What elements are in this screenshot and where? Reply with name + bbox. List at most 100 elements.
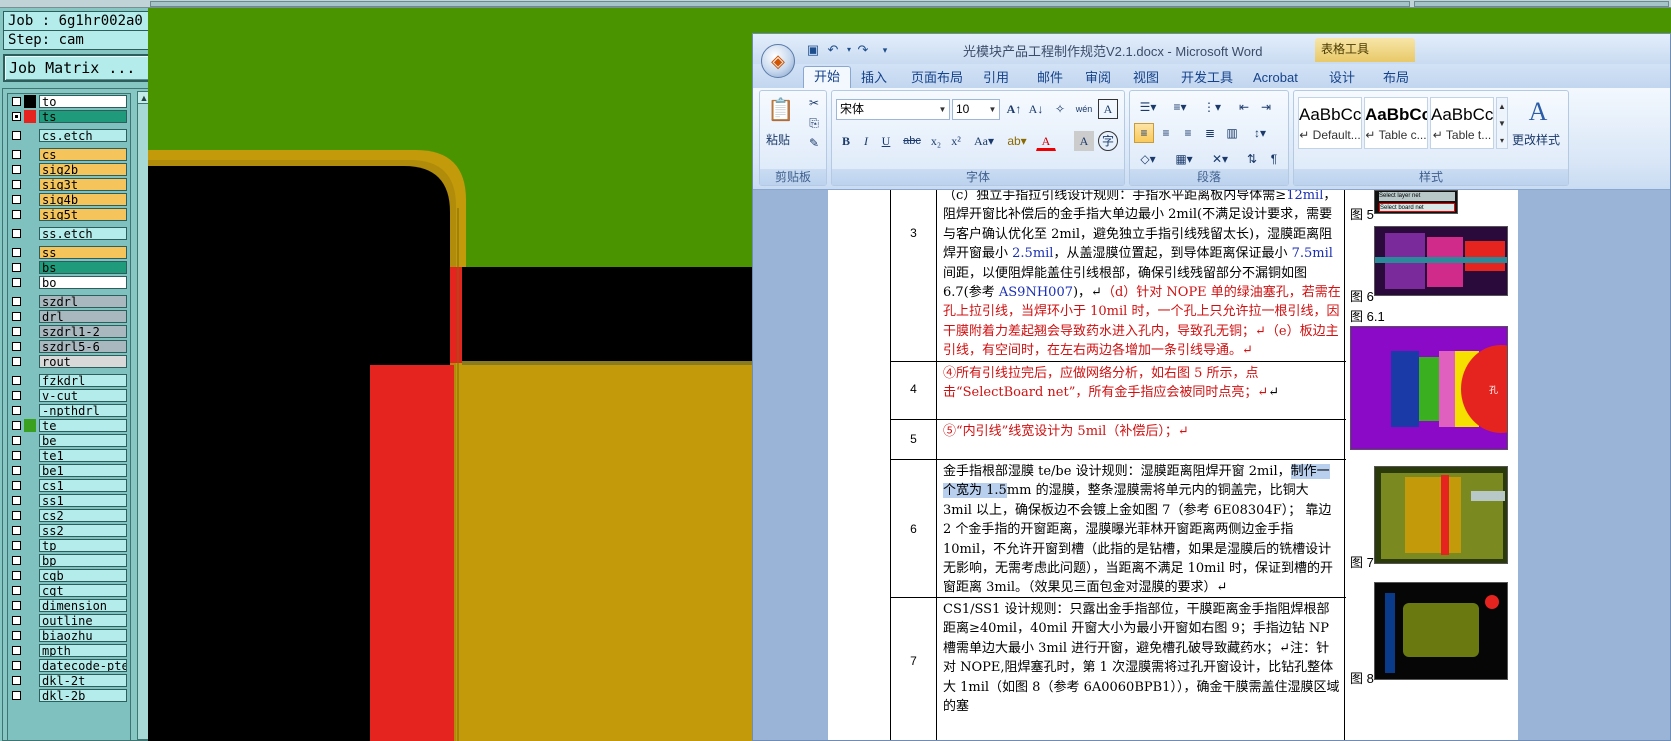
layer-checkbox[interactable] <box>12 356 21 366</box>
align-left-icon[interactable]: ≡ <box>1134 123 1154 143</box>
multilevel-list-icon[interactable]: ⋮▾ <box>1198 97 1226 117</box>
strikethrough-icon[interactable]: abc <box>902 131 922 151</box>
layer-name[interactable]: cs <box>39 147 127 161</box>
layer-color-swatch[interactable] <box>24 614 36 627</box>
layer-color-swatch[interactable] <box>24 374 36 387</box>
layer-checkbox[interactable] <box>12 630 21 640</box>
layer-checkbox[interactable] <box>12 164 21 174</box>
layer-color-swatch[interactable] <box>24 310 36 323</box>
layer-checkbox[interactable] <box>12 585 21 595</box>
layer-color-swatch[interactable] <box>24 404 36 417</box>
paste-button[interactable]: 粘贴 <box>766 131 790 148</box>
tab-4[interactable]: 邮件 <box>1037 68 1063 88</box>
asian-layout-icon[interactable]: ✕▾ <box>1206 149 1234 169</box>
layer-name[interactable]: be <box>39 433 127 447</box>
increase-indent-icon[interactable]: ⇥ <box>1256 97 1276 117</box>
font-color-icon[interactable]: A <box>1036 131 1056 151</box>
layer-color-swatch[interactable] <box>24 389 36 402</box>
layer-color-swatch[interactable] <box>24 178 36 191</box>
layer-row[interactable]: ss <box>8 245 128 259</box>
layer-checkbox[interactable] <box>12 525 21 535</box>
copy-icon[interactable]: ⎘ <box>804 113 824 133</box>
layer-name[interactable]: outline <box>39 613 127 627</box>
save-icon[interactable]: ▣ <box>805 42 821 58</box>
layer-color-swatch[interactable] <box>24 434 36 447</box>
layer-row[interactable]: cs2 <box>8 508 128 522</box>
layer-checkbox[interactable] <box>12 540 21 550</box>
layer-row[interactable]: te1 <box>8 448 128 462</box>
layer-name[interactable]: mpth <box>39 643 127 657</box>
layer-name[interactable]: dkl-2b <box>39 688 127 702</box>
layer-name[interactable]: szdrl1-2 <box>39 324 127 338</box>
tab-9[interactable]: 设计 <box>1329 68 1355 88</box>
layer-checkbox[interactable] <box>12 615 21 625</box>
layer-color-swatch[interactable] <box>24 276 36 289</box>
layer-checkbox[interactable] <box>12 209 21 219</box>
layer-name[interactable]: ss <box>39 245 127 259</box>
layer-color-swatch[interactable] <box>24 325 36 338</box>
layer-name[interactable]: bp <box>39 553 127 567</box>
layer-row[interactable]: ss1 <box>8 493 128 507</box>
layer-row[interactable]: sig5t <box>8 207 128 221</box>
layer-row[interactable]: ss2 <box>8 523 128 537</box>
layer-checkbox[interactable] <box>12 660 21 670</box>
layer-row[interactable]: ts <box>8 109 128 123</box>
layer-color-swatch[interactable] <box>24 539 36 552</box>
layer-row[interactable]: dkl-2t <box>8 673 128 687</box>
layer-color-swatch[interactable] <box>24 193 36 206</box>
layer-name[interactable]: tp <box>39 538 127 552</box>
change-styles-button[interactable]: 更改样式 <box>1512 131 1560 148</box>
layer-name[interactable]: ss1 <box>39 493 127 507</box>
layer-name[interactable]: cs1 <box>39 478 127 492</box>
table-row[interactable]: 7 CS1/SS1 设计规则：只露出金手指部位，干膜距离金手指阻焊根部距离≥40m… <box>891 598 1346 740</box>
layer-row[interactable]: cgb <box>8 568 128 582</box>
row-text[interactable]: 金手指根部湿膜 te/be 设计规则：湿膜距离阻焊开窗 2mil，制作一个宽为 … <box>943 462 1341 598</box>
layer-name[interactable]: cgb <box>39 568 127 582</box>
numbering-icon[interactable]: ≡▾ <box>1166 97 1194 117</box>
layer-checkbox[interactable] <box>12 645 21 655</box>
layer-checkbox[interactable] <box>12 130 21 140</box>
layer-checkbox[interactable] <box>12 149 21 159</box>
layer-color-swatch[interactable] <box>24 479 36 492</box>
office-button-icon[interactable]: ◈ <box>761 44 795 78</box>
row-text[interactable]: ④所有引线拉完后，应做网络分析，如右图 5 所示，点击“SelectBoard … <box>943 364 1341 403</box>
layer-color-swatch[interactable] <box>24 674 36 687</box>
layer-checkbox[interactable] <box>12 435 21 445</box>
layer-row[interactable]: to <box>8 94 128 108</box>
layer-name[interactable]: rout <box>39 354 127 368</box>
layer-color-swatch[interactable] <box>24 464 36 477</box>
layer-name[interactable]: szdrl5-6 <box>39 339 127 353</box>
tab-5[interactable]: 审阅 <box>1085 68 1111 88</box>
char-shading-icon[interactable]: A <box>1074 131 1094 151</box>
layer-color-swatch[interactable] <box>24 109 36 123</box>
styles-scroll[interactable]: ▲ ▼ ▾ <box>1496 97 1508 149</box>
layer-list[interactable]: to ts cs.etch cs sig2b sig3t sig4b sig5t ss.etch… <box>7 93 131 740</box>
layer-row[interactable]: sig4b <box>8 192 128 206</box>
layer-checkbox[interactable] <box>12 465 21 475</box>
tab-10[interactable]: 布局 <box>1383 68 1409 88</box>
tab-0[interactable]: 开始 <box>803 66 852 88</box>
layer-checkbox[interactable] <box>12 450 21 460</box>
undo-icon[interactable]: ↶ <box>825 42 841 58</box>
layer-row[interactable]: dkl-2b <box>8 688 128 702</box>
layer-color-swatch[interactable] <box>24 449 36 462</box>
layer-color-swatch[interactable] <box>24 227 36 240</box>
style-table-t[interactable]: AaBbCc ↵ Table t... <box>1430 97 1494 149</box>
layer-name[interactable]: -npthdrl <box>39 403 127 417</box>
tab-6[interactable]: 视图 <box>1133 68 1159 88</box>
layer-checkbox[interactable] <box>12 111 21 121</box>
layer-checkbox[interactable] <box>12 228 21 238</box>
layer-row[interactable]: fzkdrl <box>8 373 128 387</box>
document-page[interactable]: 3 （c）独立手指拉引线设计规则：手指水平距离板内导体需≥12mil，阻焊开窗比补… <box>828 190 1518 740</box>
layer-color-swatch[interactable] <box>24 355 36 368</box>
layer-row[interactable]: dimension <box>8 598 128 612</box>
layer-row[interactable]: szdrl5-6 <box>8 339 128 353</box>
layer-color-swatch[interactable] <box>24 418 36 432</box>
layer-name[interactable]: dimension <box>39 598 127 612</box>
tab-2[interactable]: 页面布局 <box>911 68 963 88</box>
layer-checkbox[interactable] <box>12 247 21 257</box>
layer-checkbox[interactable] <box>12 405 21 415</box>
layer-checkbox[interactable] <box>12 675 21 685</box>
layer-name[interactable]: drl <box>39 309 127 323</box>
format-painter-icon[interactable]: ✎ <box>804 133 824 153</box>
